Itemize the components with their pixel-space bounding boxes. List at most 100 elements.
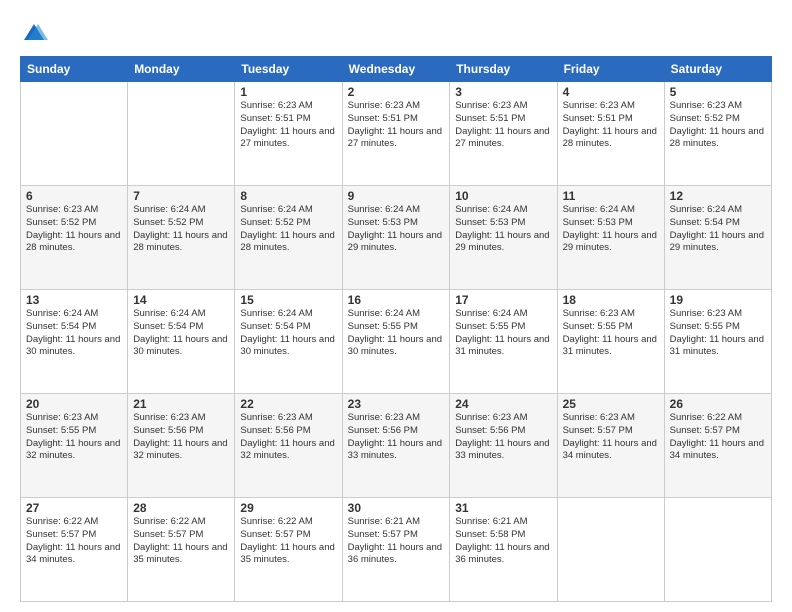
day-info: Sunrise: 6:24 AM Sunset: 5:54 PM Dayligh… xyxy=(240,308,336,359)
day-info: Sunrise: 6:24 AM Sunset: 5:53 PM Dayligh… xyxy=(563,204,659,255)
day-number: 15 xyxy=(240,293,336,307)
calendar-week-row: 13Sunrise: 6:24 AM Sunset: 5:54 PM Dayli… xyxy=(21,290,772,394)
page: SundayMondayTuesdayWednesdayThursdayFrid… xyxy=(0,0,792,612)
calendar-cell: 24Sunrise: 6:23 AM Sunset: 5:56 PM Dayli… xyxy=(450,394,557,498)
calendar-cell: 27Sunrise: 6:22 AM Sunset: 5:57 PM Dayli… xyxy=(21,498,128,602)
weekday-header: Saturday xyxy=(664,57,771,82)
calendar-cell: 14Sunrise: 6:24 AM Sunset: 5:54 PM Dayli… xyxy=(128,290,235,394)
day-info: Sunrise: 6:23 AM Sunset: 5:55 PM Dayligh… xyxy=(670,308,766,359)
calendar-cell: 2Sunrise: 6:23 AM Sunset: 5:51 PM Daylig… xyxy=(342,82,450,186)
calendar-week-row: 6Sunrise: 6:23 AM Sunset: 5:52 PM Daylig… xyxy=(21,186,772,290)
calendar-cell: 29Sunrise: 6:22 AM Sunset: 5:57 PM Dayli… xyxy=(235,498,342,602)
day-number: 6 xyxy=(26,189,122,203)
calendar-cell: 13Sunrise: 6:24 AM Sunset: 5:54 PM Dayli… xyxy=(21,290,128,394)
day-number: 12 xyxy=(670,189,766,203)
day-info: Sunrise: 6:24 AM Sunset: 5:54 PM Dayligh… xyxy=(26,308,122,359)
calendar-cell xyxy=(128,82,235,186)
day-number: 2 xyxy=(348,85,445,99)
day-info: Sunrise: 6:23 AM Sunset: 5:57 PM Dayligh… xyxy=(563,412,659,463)
day-info: Sunrise: 6:23 AM Sunset: 5:55 PM Dayligh… xyxy=(563,308,659,359)
day-number: 10 xyxy=(455,189,551,203)
day-number: 20 xyxy=(26,397,122,411)
calendar-cell: 7Sunrise: 6:24 AM Sunset: 5:52 PM Daylig… xyxy=(128,186,235,290)
calendar-table: SundayMondayTuesdayWednesdayThursdayFrid… xyxy=(20,56,772,602)
day-number: 26 xyxy=(670,397,766,411)
day-info: Sunrise: 6:24 AM Sunset: 5:53 PM Dayligh… xyxy=(348,204,445,255)
day-info: Sunrise: 6:22 AM Sunset: 5:57 PM Dayligh… xyxy=(670,412,766,463)
day-number: 27 xyxy=(26,501,122,515)
calendar-week-row: 27Sunrise: 6:22 AM Sunset: 5:57 PM Dayli… xyxy=(21,498,772,602)
calendar-cell: 30Sunrise: 6:21 AM Sunset: 5:57 PM Dayli… xyxy=(342,498,450,602)
day-number: 28 xyxy=(133,501,229,515)
calendar-cell: 6Sunrise: 6:23 AM Sunset: 5:52 PM Daylig… xyxy=(21,186,128,290)
day-info: Sunrise: 6:23 AM Sunset: 5:56 PM Dayligh… xyxy=(133,412,229,463)
day-info: Sunrise: 6:23 AM Sunset: 5:56 PM Dayligh… xyxy=(348,412,445,463)
weekday-header: Wednesday xyxy=(342,57,450,82)
calendar-header-row: SundayMondayTuesdayWednesdayThursdayFrid… xyxy=(21,57,772,82)
day-info: Sunrise: 6:22 AM Sunset: 5:57 PM Dayligh… xyxy=(133,516,229,567)
day-info: Sunrise: 6:23 AM Sunset: 5:55 PM Dayligh… xyxy=(26,412,122,463)
calendar-week-row: 20Sunrise: 6:23 AM Sunset: 5:55 PM Dayli… xyxy=(21,394,772,498)
calendar-cell: 16Sunrise: 6:24 AM Sunset: 5:55 PM Dayli… xyxy=(342,290,450,394)
day-info: Sunrise: 6:24 AM Sunset: 5:52 PM Dayligh… xyxy=(240,204,336,255)
day-info: Sunrise: 6:24 AM Sunset: 5:54 PM Dayligh… xyxy=(133,308,229,359)
day-number: 22 xyxy=(240,397,336,411)
day-number: 23 xyxy=(348,397,445,411)
day-info: Sunrise: 6:23 AM Sunset: 5:51 PM Dayligh… xyxy=(563,100,659,151)
day-info: Sunrise: 6:23 AM Sunset: 5:51 PM Dayligh… xyxy=(455,100,551,151)
day-number: 25 xyxy=(563,397,659,411)
calendar-cell xyxy=(21,82,128,186)
logo-icon xyxy=(20,20,48,48)
day-number: 30 xyxy=(348,501,445,515)
day-number: 5 xyxy=(670,85,766,99)
day-info: Sunrise: 6:24 AM Sunset: 5:54 PM Dayligh… xyxy=(670,204,766,255)
calendar-cell: 1Sunrise: 6:23 AM Sunset: 5:51 PM Daylig… xyxy=(235,82,342,186)
weekday-header: Thursday xyxy=(450,57,557,82)
day-number: 1 xyxy=(240,85,336,99)
calendar-cell: 25Sunrise: 6:23 AM Sunset: 5:57 PM Dayli… xyxy=(557,394,664,498)
day-number: 3 xyxy=(455,85,551,99)
day-info: Sunrise: 6:22 AM Sunset: 5:57 PM Dayligh… xyxy=(240,516,336,567)
calendar-cell: 9Sunrise: 6:24 AM Sunset: 5:53 PM Daylig… xyxy=(342,186,450,290)
header xyxy=(20,16,772,48)
calendar-cell: 22Sunrise: 6:23 AM Sunset: 5:56 PM Dayli… xyxy=(235,394,342,498)
calendar-cell: 17Sunrise: 6:24 AM Sunset: 5:55 PM Dayli… xyxy=(450,290,557,394)
calendar-cell: 23Sunrise: 6:23 AM Sunset: 5:56 PM Dayli… xyxy=(342,394,450,498)
calendar-cell: 20Sunrise: 6:23 AM Sunset: 5:55 PM Dayli… xyxy=(21,394,128,498)
calendar-cell: 3Sunrise: 6:23 AM Sunset: 5:51 PM Daylig… xyxy=(450,82,557,186)
day-info: Sunrise: 6:24 AM Sunset: 5:52 PM Dayligh… xyxy=(133,204,229,255)
calendar-cell: 11Sunrise: 6:24 AM Sunset: 5:53 PM Dayli… xyxy=(557,186,664,290)
calendar-cell: 5Sunrise: 6:23 AM Sunset: 5:52 PM Daylig… xyxy=(664,82,771,186)
day-info: Sunrise: 6:23 AM Sunset: 5:52 PM Dayligh… xyxy=(670,100,766,151)
calendar-cell: 28Sunrise: 6:22 AM Sunset: 5:57 PM Dayli… xyxy=(128,498,235,602)
day-number: 11 xyxy=(563,189,659,203)
day-number: 18 xyxy=(563,293,659,307)
day-number: 29 xyxy=(240,501,336,515)
day-info: Sunrise: 6:23 AM Sunset: 5:56 PM Dayligh… xyxy=(240,412,336,463)
day-info: Sunrise: 6:24 AM Sunset: 5:53 PM Dayligh… xyxy=(455,204,551,255)
day-info: Sunrise: 6:23 AM Sunset: 5:56 PM Dayligh… xyxy=(455,412,551,463)
calendar-cell: 26Sunrise: 6:22 AM Sunset: 5:57 PM Dayli… xyxy=(664,394,771,498)
day-number: 8 xyxy=(240,189,336,203)
calendar-cell: 8Sunrise: 6:24 AM Sunset: 5:52 PM Daylig… xyxy=(235,186,342,290)
day-info: Sunrise: 6:23 AM Sunset: 5:51 PM Dayligh… xyxy=(240,100,336,151)
day-info: Sunrise: 6:24 AM Sunset: 5:55 PM Dayligh… xyxy=(348,308,445,359)
day-info: Sunrise: 6:21 AM Sunset: 5:58 PM Dayligh… xyxy=(455,516,551,567)
day-number: 7 xyxy=(133,189,229,203)
calendar-cell xyxy=(664,498,771,602)
weekday-header: Friday xyxy=(557,57,664,82)
day-number: 14 xyxy=(133,293,229,307)
day-number: 16 xyxy=(348,293,445,307)
day-number: 9 xyxy=(348,189,445,203)
weekday-header: Monday xyxy=(128,57,235,82)
day-info: Sunrise: 6:22 AM Sunset: 5:57 PM Dayligh… xyxy=(26,516,122,567)
day-number: 13 xyxy=(26,293,122,307)
day-number: 17 xyxy=(455,293,551,307)
calendar-cell: 18Sunrise: 6:23 AM Sunset: 5:55 PM Dayli… xyxy=(557,290,664,394)
calendar-cell: 15Sunrise: 6:24 AM Sunset: 5:54 PM Dayli… xyxy=(235,290,342,394)
calendar-cell xyxy=(557,498,664,602)
day-info: Sunrise: 6:23 AM Sunset: 5:52 PM Dayligh… xyxy=(26,204,122,255)
day-info: Sunrise: 6:21 AM Sunset: 5:57 PM Dayligh… xyxy=(348,516,445,567)
calendar-cell: 10Sunrise: 6:24 AM Sunset: 5:53 PM Dayli… xyxy=(450,186,557,290)
logo xyxy=(20,20,50,48)
